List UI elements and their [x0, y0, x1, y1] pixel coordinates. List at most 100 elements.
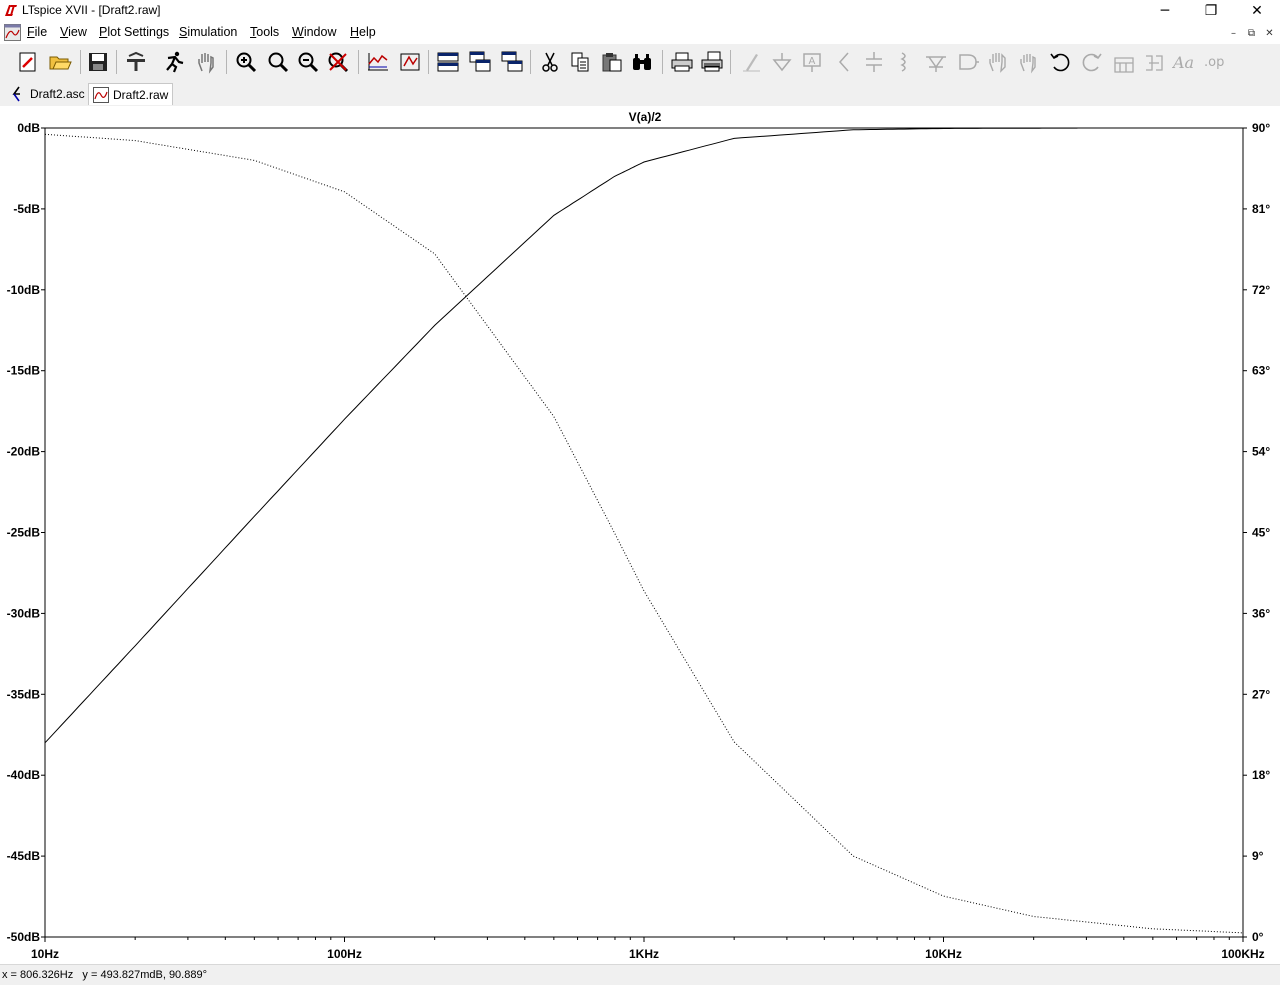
right-axis-tick-label: 18° [1252, 768, 1270, 782]
redo-icon [1078, 48, 1106, 76]
left-axis-tick-label: -40dB [7, 768, 41, 782]
control-panel-icon[interactable] [122, 48, 150, 76]
right-axis-tick-label: 36° [1252, 606, 1270, 620]
left-axis-tick-label: -5dB [13, 202, 40, 216]
tab-draft2-asc[interactable]: Draft2.asc [6, 83, 89, 104]
right-axis-tick-label: 0° [1252, 930, 1264, 944]
mirror-icon [1140, 48, 1168, 76]
waveform-plot-pane[interactable]: 0dB -5dB -10dB -15dB -20dB -25dB -30dB -35dB -40… [0, 106, 1280, 964]
mdi-minimize-button[interactable]: – [1226, 26, 1241, 40]
pan-icon[interactable] [192, 48, 220, 76]
label-icon: A [798, 48, 826, 76]
waveform-icon [93, 86, 109, 103]
cut-icon[interactable] [536, 48, 564, 76]
left-axis-tick-label: -20dB [7, 445, 41, 459]
tab-draft2-raw[interactable]: Draft2.raw [88, 83, 174, 105]
toolbar-separator [358, 50, 359, 74]
drag-icon [1014, 48, 1042, 76]
save-icon[interactable] [84, 48, 112, 76]
maximize-button[interactable]: ❐ [1188, 0, 1234, 22]
zoom-in-icon[interactable] [232, 48, 260, 76]
cascade-icon[interactable] [466, 48, 494, 76]
menu-view[interactable]: View [60, 25, 87, 39]
menu-help[interactable]: Help [350, 25, 376, 39]
menu-plot-settings[interactable]: Plot Settings [99, 25, 169, 39]
menu-tools[interactable]: Tools [250, 25, 279, 39]
component-icon [954, 48, 982, 76]
right-axis-tick-label: 63° [1252, 364, 1270, 378]
autorange-icon[interactable] [364, 48, 392, 76]
right-axis-tick-label: 90° [1252, 121, 1270, 135]
ground-icon [768, 48, 796, 76]
x-axis-tick-label: 100KHz [1221, 947, 1264, 961]
manual-limits-icon[interactable] [396, 48, 424, 76]
toolbar-separator [116, 50, 117, 74]
menu-window[interactable]: Window [292, 25, 336, 39]
copy-icon[interactable] [566, 48, 594, 76]
print-icon[interactable] [668, 48, 696, 76]
resistor-icon [830, 48, 858, 76]
phase-trace [44, 133, 1244, 934]
left-axis-tick-label: -25dB [7, 526, 41, 540]
ltspice-logo-icon [5, 5, 17, 16]
right-axis-tick-label: 81° [1252, 202, 1270, 216]
run-icon[interactable] [160, 48, 188, 76]
close-button[interactable]: ✕ [1234, 0, 1280, 22]
toolbar: A Aa .op [0, 44, 1280, 81]
svg-text:A: A [809, 56, 816, 67]
tile-vertical-icon[interactable] [498, 48, 526, 76]
zoom-extents-icon[interactable] [264, 48, 292, 76]
left-axis-tick-label: -15dB [7, 364, 41, 378]
rotate-icon [1110, 48, 1138, 76]
paste-icon[interactable] [598, 48, 626, 76]
mdi-restore-button[interactable]: ⧉ [1244, 26, 1259, 40]
right-axis-tick-label: 9° [1252, 849, 1264, 863]
plot-canvas[interactable]: 0dB -5dB -10dB -15dB -20dB -25dB -30dB -35dB -40… [0, 106, 1280, 964]
left-axis-tick-label: -45dB [7, 849, 41, 863]
x-axis-tick-label: 10KHz [925, 947, 962, 961]
window-title: LTspice XVII - [Draft2.raw] [22, 3, 161, 17]
tab-label: Draft2.raw [113, 87, 169, 102]
right-axis-tick-label: 54° [1252, 445, 1270, 459]
tile-horizontal-icon[interactable] [434, 48, 462, 76]
print-preview-icon[interactable] [698, 48, 726, 76]
toolbar-separator [530, 50, 531, 74]
tab-label: Draft2.asc [30, 86, 85, 101]
capacitor-icon [860, 48, 888, 76]
right-axis-tick-label: 72° [1252, 283, 1270, 297]
schematic-icon [12, 86, 20, 101]
zoom-out-icon[interactable] [294, 48, 322, 76]
waveform-window-icon[interactable] [4, 24, 21, 41]
plot-frame [44, 127, 1244, 938]
text-icon: Aa [1170, 48, 1198, 76]
new-schematic-icon[interactable] [14, 48, 42, 76]
svg-text:Aa: Aa [1172, 53, 1194, 72]
x-axis-tick-label: 10Hz [31, 947, 59, 961]
left-axis-tick-label: -50dB [7, 930, 41, 944]
toolbar-separator [226, 50, 227, 74]
status-bar: x = 806.326Hz y = 493.827mdB, 90.889° [0, 964, 1280, 985]
menu-bar: File View Plot Settings Simulation Tools… [0, 22, 1280, 44]
toolbar-separator [730, 50, 731, 74]
zoom-cancel-icon[interactable] [324, 48, 352, 76]
magnitude-trace [44, 127, 1078, 744]
trace-title[interactable]: V(a)/2 [580, 110, 710, 124]
mdi-close-button[interactable]: ✕ [1262, 26, 1277, 40]
minimize-button[interactable]: ─ [1142, 0, 1188, 22]
x-axis-tick-label: 1KHz [629, 947, 659, 961]
svg-text:.op: .op [1204, 55, 1224, 70]
left-axis-tick-label: 0dB [17, 121, 40, 135]
toolbar-separator [428, 50, 429, 74]
undo-icon[interactable] [1046, 48, 1074, 76]
left-axis-tick-label: -10dB [7, 283, 41, 297]
left-axis-tick-label: -30dB [7, 606, 41, 620]
menu-file[interactable]: File [27, 25, 47, 39]
title-bar: LTspice XVII - [Draft2.raw] ─ ❐ ✕ [0, 0, 1280, 22]
left-axis-tick-label: -35dB [7, 687, 41, 701]
find-icon[interactable] [628, 48, 656, 76]
spice-directive-icon: .op [1202, 48, 1230, 76]
open-icon[interactable] [46, 48, 74, 76]
menu-simulation[interactable]: Simulation [179, 25, 237, 39]
toolbar-separator [662, 50, 663, 74]
wire-icon [738, 48, 766, 76]
